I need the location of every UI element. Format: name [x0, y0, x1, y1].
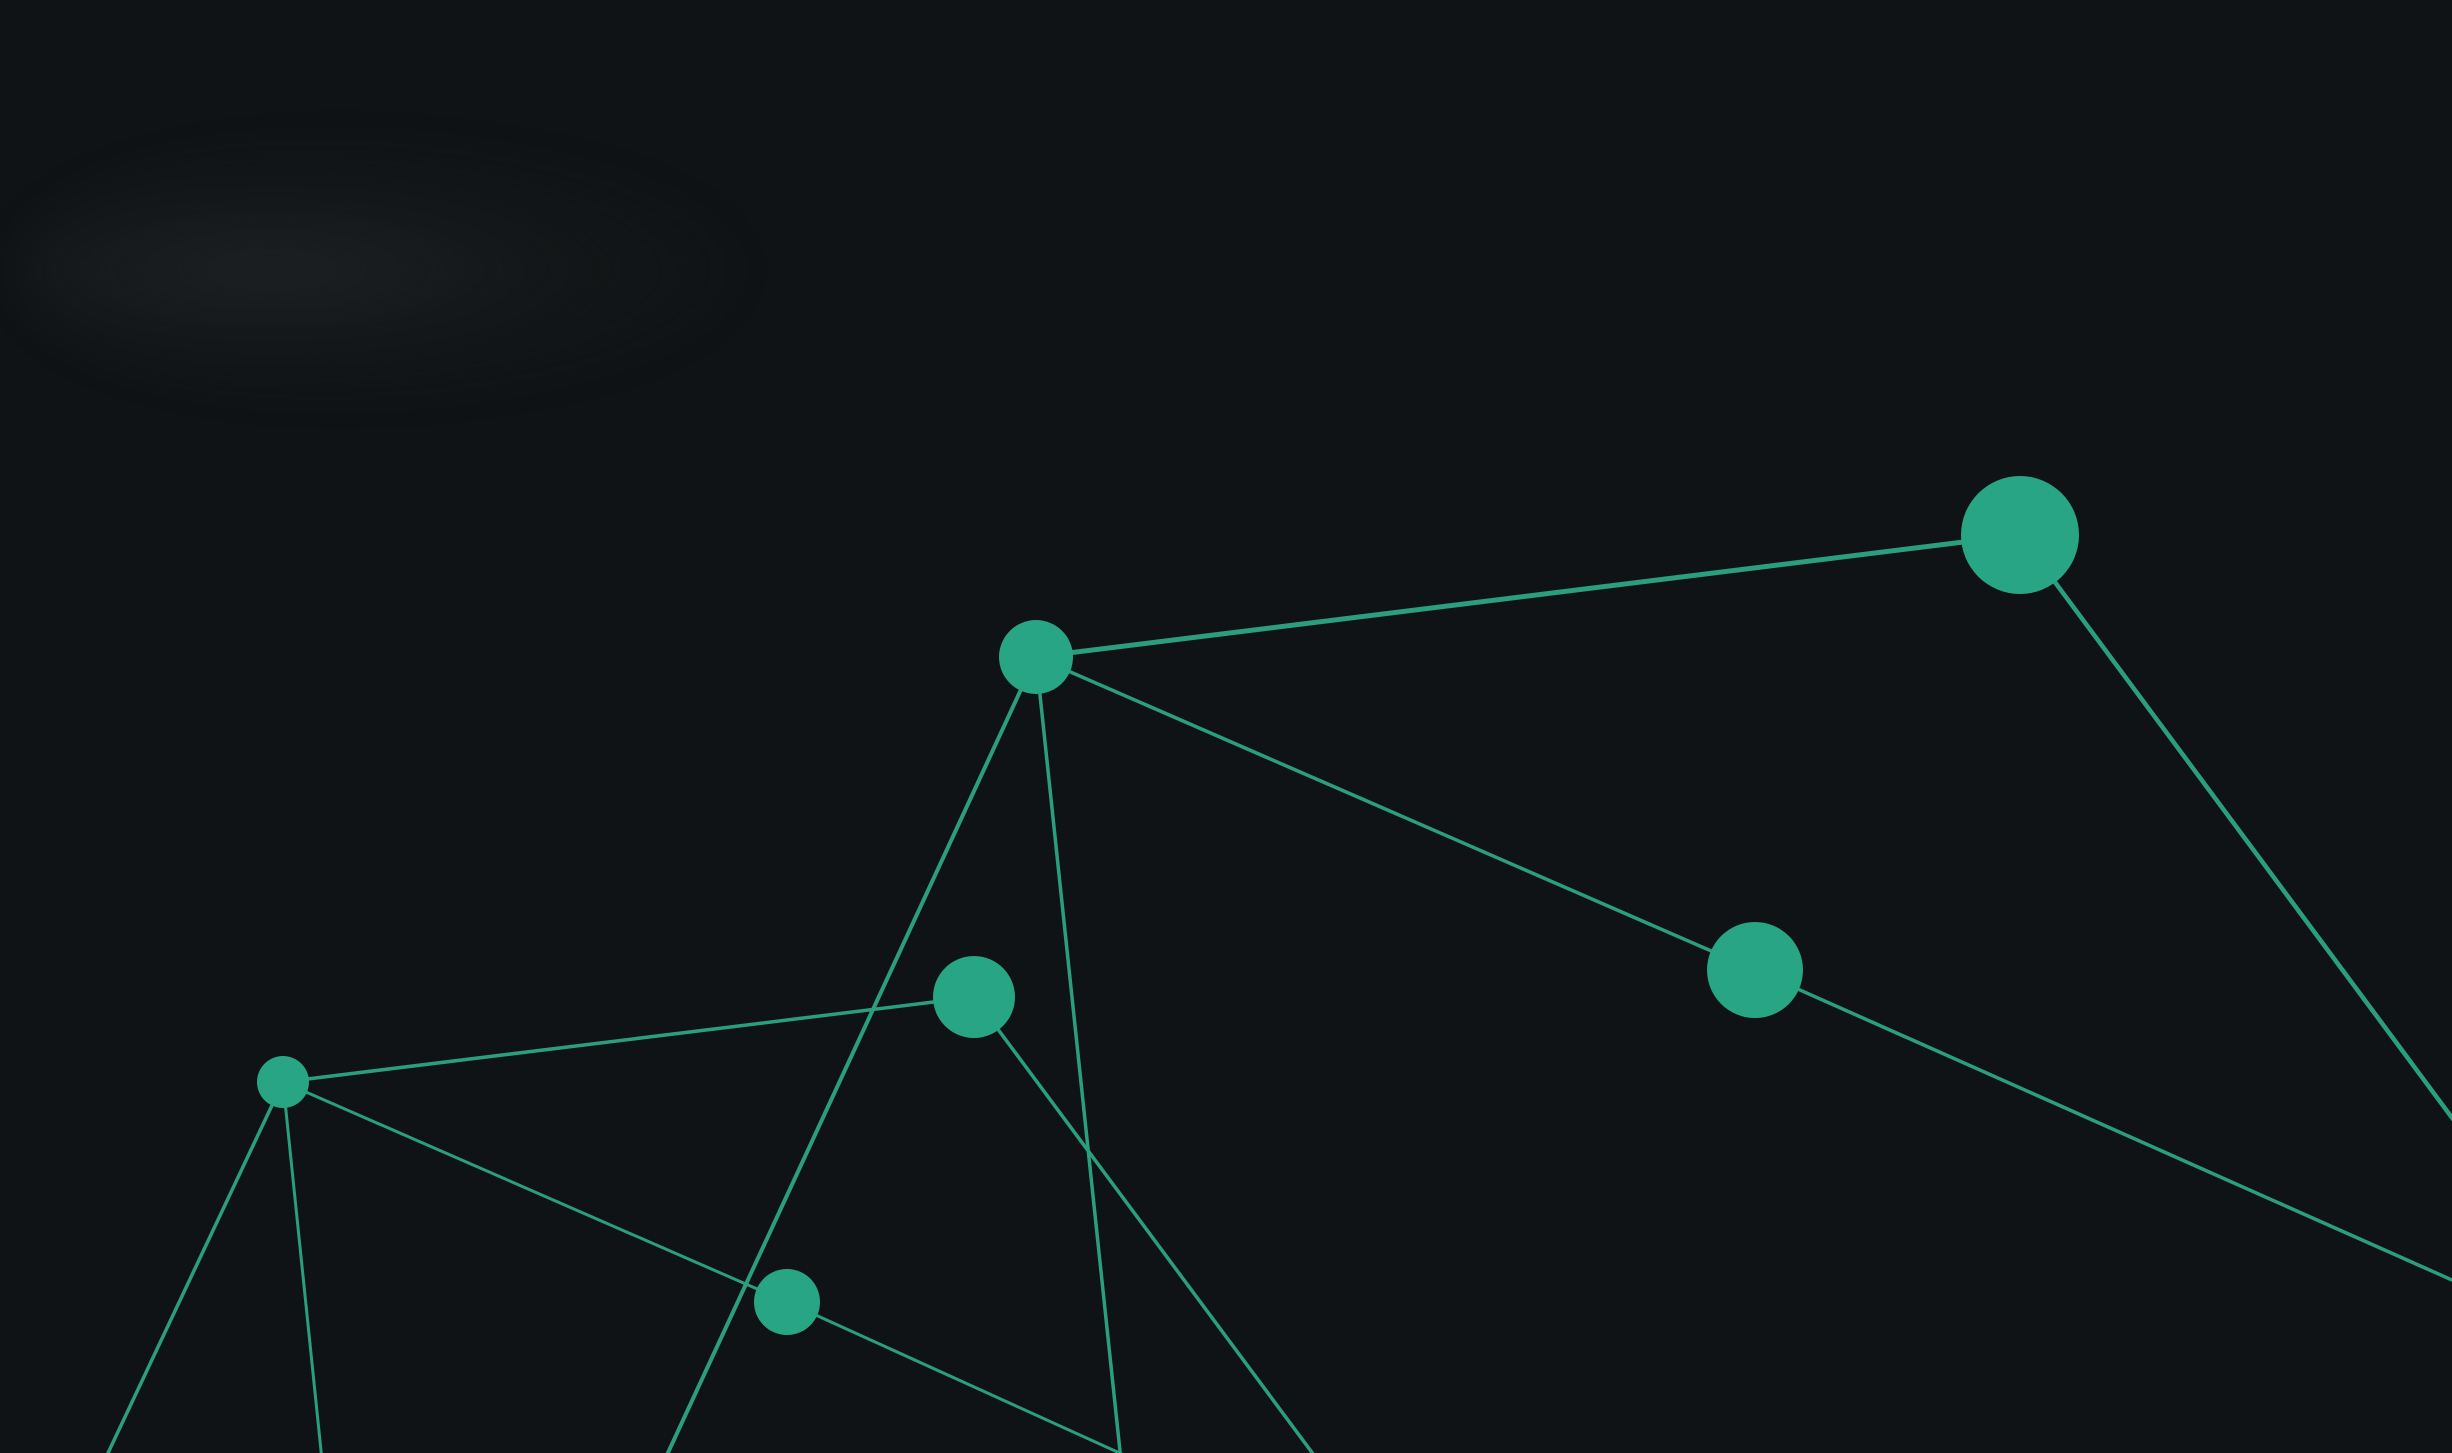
network-edge	[972, 995, 1315, 1453]
network-node	[257, 1056, 309, 1108]
network-edge	[1034, 655, 1757, 972]
network-node	[999, 620, 1073, 694]
network-edge	[785, 1300, 1124, 1453]
edges-group	[106, 532, 2452, 1453]
network-edge	[1034, 655, 1122, 1453]
network-edge	[1753, 968, 2452, 1282]
nodes-group	[257, 476, 2079, 1335]
network-background	[0, 0, 2452, 1453]
network-edge	[281, 995, 976, 1084]
network-edge	[1033, 532, 2023, 660]
network-edge	[281, 1080, 789, 1304]
network-graph	[106, 476, 2452, 1453]
network-edge	[665, 655, 1038, 1453]
network-edge	[2017, 532, 2452, 1122]
network-node	[933, 956, 1015, 1038]
network-node	[754, 1269, 820, 1335]
network-edge	[281, 1080, 323, 1453]
network-node	[1707, 922, 1803, 1018]
network-edge	[106, 1080, 285, 1453]
network-node	[1961, 476, 2079, 594]
